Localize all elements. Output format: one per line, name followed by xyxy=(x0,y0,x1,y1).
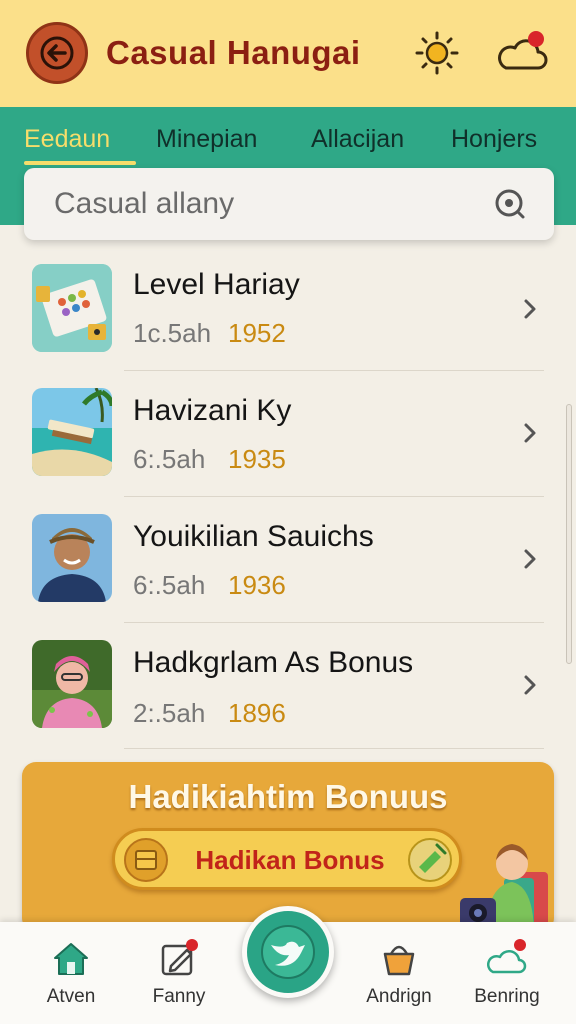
list-item-title: Hadkgrlam As Bonus xyxy=(133,646,414,679)
nav-label: Atven xyxy=(46,986,96,1007)
chevron-right-icon xyxy=(524,675,536,695)
nav-item-benring[interactable]: Benring xyxy=(452,922,562,1024)
list-item-title: Level Hariay xyxy=(133,268,300,301)
nav-label: Benring xyxy=(474,986,540,1007)
list-item-year: 1952 xyxy=(228,318,286,348)
beach-thumbnail xyxy=(32,388,112,476)
bonus-button[interactable]: Hadikan Bonus xyxy=(112,828,462,890)
list-item-subtitle: 6:.5ah xyxy=(133,570,206,600)
list-item-subtitle: 6:.5ah xyxy=(133,444,206,474)
chevron-right-icon xyxy=(524,549,536,569)
portrait-thumbnail xyxy=(32,514,112,602)
sun-icon[interactable] xyxy=(414,30,460,76)
bird-icon xyxy=(261,925,315,979)
active-tab-indicator xyxy=(24,161,136,165)
list-item-year: 1896 xyxy=(228,698,286,728)
list-item-subtitle: 2:.5ah xyxy=(133,698,206,728)
tab-honjers[interactable]: Honjers xyxy=(451,125,537,154)
chevron-right-icon xyxy=(524,299,536,319)
list-item[interactable]: Youikilian Sauichs 6:.5ah 1936 xyxy=(0,498,560,622)
center-action-button[interactable] xyxy=(242,906,334,998)
search-bar xyxy=(24,168,554,240)
chevron-right-icon xyxy=(524,423,536,443)
list-divider xyxy=(124,496,544,497)
nav-item-fanny[interactable]: Fanny xyxy=(124,922,234,1024)
arrow-left-icon xyxy=(40,36,74,70)
list-item-subtitle: 1c.5ah xyxy=(133,318,212,348)
list-item-title: Havizani Ky xyxy=(133,394,292,427)
app-title: Casual Hanugai xyxy=(106,34,361,71)
nav-item-andrign[interactable]: Andrign xyxy=(344,922,454,1024)
cloud-notification-icon[interactable] xyxy=(496,28,548,78)
nav-item-atven[interactable]: Atven xyxy=(16,922,126,1024)
character-illustration xyxy=(460,844,548,928)
list-item[interactable]: Level Hariay 1c.5ah 1952 xyxy=(0,246,560,370)
list-item-year: 1935 xyxy=(228,444,286,474)
list-divider xyxy=(124,622,544,623)
home-icon xyxy=(54,943,88,975)
list-divider xyxy=(124,748,544,749)
bonus-title: Hadikiahtim Bonuus xyxy=(128,778,448,815)
cloud-icon xyxy=(487,939,527,974)
tab-eedaun[interactable]: Eedaun xyxy=(24,125,110,154)
tab-allacijan[interactable]: Allacijan xyxy=(311,125,404,154)
edit-icon xyxy=(161,939,198,976)
child-thumbnail xyxy=(32,640,112,728)
list-item-title: Youikilian Sauichs xyxy=(133,520,374,553)
basket-icon xyxy=(383,945,415,976)
list-item[interactable]: Hadkgrlam As Bonus 2:.5ah 1896 xyxy=(0,624,560,748)
list-divider xyxy=(124,370,544,371)
list-item[interactable]: Havizani Ky 6:.5ah 1935 xyxy=(0,372,560,496)
scrollbar[interactable] xyxy=(566,404,572,664)
search-input[interactable] xyxy=(54,186,484,222)
search-icon[interactable] xyxy=(492,186,528,222)
tab-minepian[interactable]: Minepian xyxy=(156,125,257,154)
nav-label: Andrign xyxy=(366,986,432,1007)
gift-icon xyxy=(408,838,452,882)
back-button[interactable] xyxy=(26,22,88,84)
nav-label: Fanny xyxy=(152,986,206,1007)
list-item-year: 1936 xyxy=(228,570,286,600)
board-game-thumbnail xyxy=(32,264,112,352)
